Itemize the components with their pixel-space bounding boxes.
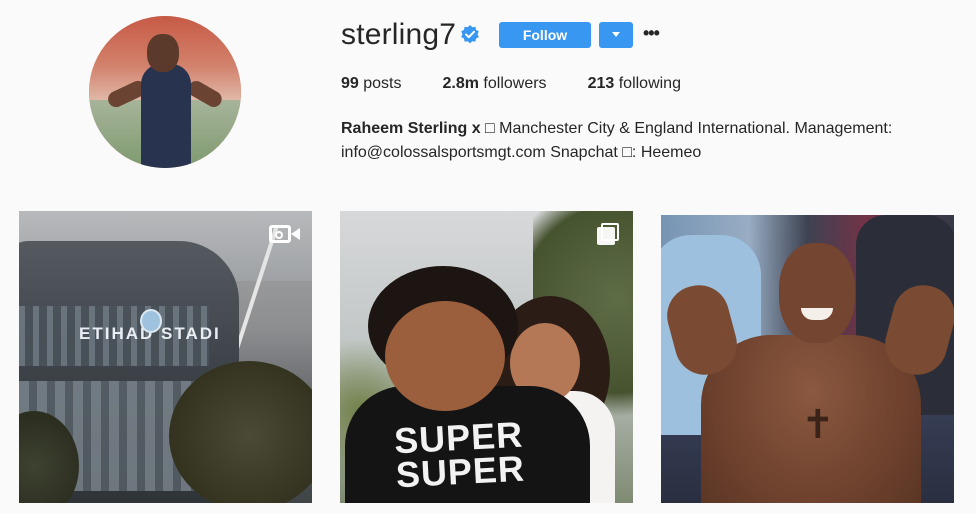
followers-stat[interactable]: 2.8m followers — [443, 75, 547, 93]
more-options-icon[interactable]: ••• — [643, 24, 661, 44]
post-thumbnail[interactable]: SUPER SUPER — [340, 211, 633, 503]
follow-button[interactable]: Follow — [499, 22, 591, 48]
chevron-down-icon — [612, 32, 620, 37]
profile-stats: 99 posts 2.8m followers 213 following — [341, 75, 722, 93]
following-count: 213 — [587, 75, 615, 92]
avatar-head — [147, 34, 179, 72]
followers-count: 2.8m — [442, 75, 479, 92]
post-thumbnail[interactable]: ETIHAD STADI — [19, 211, 312, 503]
avatar-body — [141, 64, 191, 168]
following-stat[interactable]: 213 following — [588, 75, 681, 93]
post-image-tattoo: ✝ — [801, 403, 835, 447]
post-thumbnail[interactable]: ✝ — [661, 215, 954, 503]
post-image-shirt-text: SUPER SUPER — [393, 414, 526, 496]
post-image-crest — [140, 309, 162, 333]
suggestions-dropdown-button[interactable] — [599, 22, 633, 48]
bio-text-line2[interactable]: info@colossalsportsmgt.com Snapchat □: H… — [341, 144, 701, 161]
profile-bio: Raheem Sterling x □ Manchester City & En… — [341, 117, 901, 165]
posts-label: posts — [363, 75, 402, 92]
posts-count: 99 — [341, 75, 359, 92]
followers-label: followers — [483, 75, 547, 92]
video-icon — [269, 223, 301, 245]
profile-avatar[interactable] — [89, 16, 241, 168]
full-name: Raheem Sterling x □ — [341, 120, 495, 137]
following-label: following — [618, 75, 681, 92]
post-image-boy-face — [385, 301, 505, 411]
post-image-head — [779, 243, 855, 343]
carousel-icon — [597, 223, 619, 245]
posts-stat: 99 posts — [341, 75, 402, 93]
shirt-text-line: SUPER — [394, 447, 526, 496]
verified-badge-icon — [461, 25, 479, 44]
profile-username: sterling7 — [341, 18, 457, 51]
bio-text-line1: Manchester City & England International.… — [499, 120, 893, 137]
